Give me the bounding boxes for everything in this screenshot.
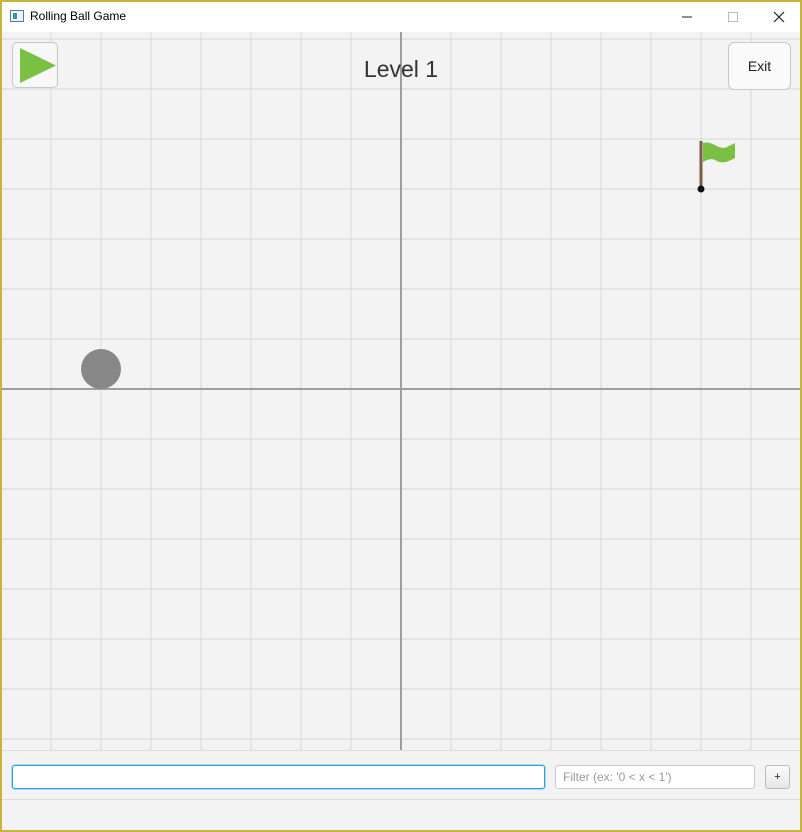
close-button[interactable] xyxy=(756,2,800,32)
goal-flag xyxy=(697,141,735,193)
maximize-button[interactable] xyxy=(710,2,756,32)
flag-base-dot xyxy=(697,185,705,193)
minimize-button[interactable] xyxy=(664,2,710,32)
add-function-button[interactable]: + xyxy=(765,765,790,789)
title-bar: Rolling Ball Game xyxy=(2,2,800,32)
game-board[interactable] xyxy=(2,32,800,750)
divider xyxy=(2,799,800,800)
close-icon xyxy=(773,11,785,23)
ball[interactable] xyxy=(81,349,121,389)
filter-input[interactable] xyxy=(555,765,755,789)
maximize-icon xyxy=(728,12,738,22)
play-button[interactable] xyxy=(12,42,58,88)
window-title: Rolling Ball Game xyxy=(30,9,127,23)
play-icon xyxy=(20,48,56,83)
flag-cloth xyxy=(703,142,735,163)
input-bar: + xyxy=(2,750,800,830)
app-window: Rolling Ball Game Level 1 Exit Filter (e… xyxy=(0,0,802,832)
minimize-icon xyxy=(682,16,692,18)
game-canvas[interactable]: Level 1 Exit xyxy=(2,32,800,750)
function-input[interactable] xyxy=(12,765,545,789)
exit-button[interactable]: Exit xyxy=(728,42,791,90)
app-icon xyxy=(10,10,24,22)
level-title: Level 1 xyxy=(363,56,439,82)
